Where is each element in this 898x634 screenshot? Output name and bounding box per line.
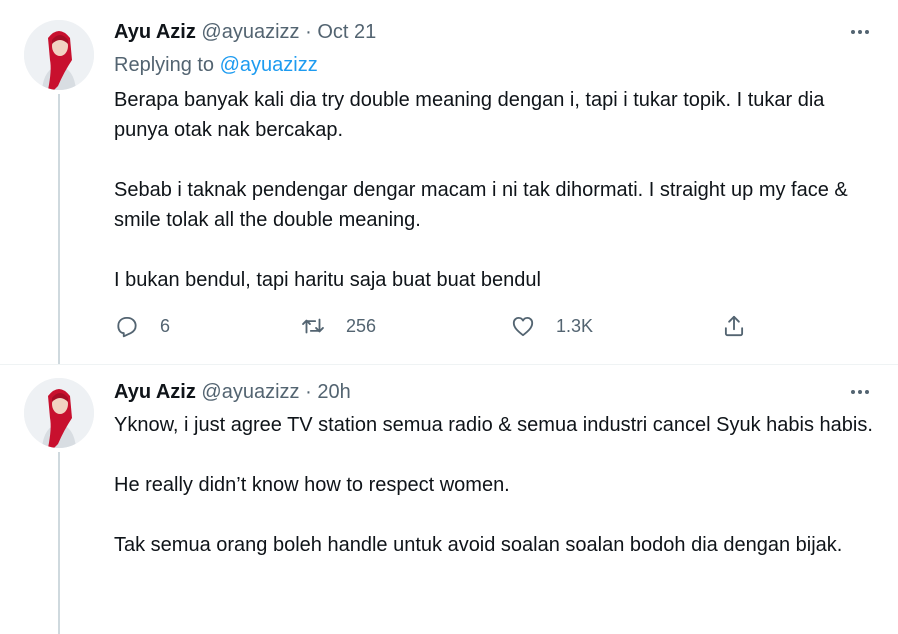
separator-dot: ·	[305, 381, 312, 403]
user-handle[interactable]: @ayuazizz	[201, 381, 299, 403]
tweet-actions: 6 256 1.3K	[114, 310, 764, 342]
avatar[interactable]	[24, 378, 94, 448]
reply-count: 6	[160, 315, 171, 336]
tweet-timestamp[interactable]: 20h	[317, 381, 350, 403]
user-handle[interactable]: @ayuazizz	[201, 21, 299, 43]
avatar-image	[24, 20, 94, 90]
like-button[interactable]: 1.3K	[510, 310, 593, 342]
tweet-header: Ayu Aziz @ayuazizz · 20h	[114, 380, 351, 404]
tweet-paragraph: Tak semua orang boleh handle untuk avoid…	[114, 534, 843, 556]
avatar[interactable]	[24, 20, 94, 90]
heart-icon	[512, 316, 534, 337]
avatar-image	[24, 378, 94, 448]
tweet-paragraph: He really didn’t know how to respect wom…	[114, 474, 510, 496]
tweet-timestamp[interactable]: Oct 21	[317, 21, 376, 43]
thread-line	[58, 94, 60, 365]
replying-mention-link[interactable]: @ayuazizz	[220, 54, 318, 76]
retweet-icon	[302, 318, 324, 334]
like-count: 1.3K	[556, 315, 594, 336]
share-icon	[724, 315, 744, 337]
more-options-icon[interactable]	[846, 20, 874, 44]
more-options-icon[interactable]	[846, 380, 874, 404]
tweet-text: Berapa banyak kali dia try double meanin…	[114, 85, 874, 325]
display-name[interactable]: Ayu Aziz	[114, 21, 196, 43]
tweet-paragraph: I bukan bendul, tapi haritu saja buat bu…	[114, 269, 541, 291]
separator-dot: ·	[305, 21, 312, 43]
tweet-paragraph: Berapa banyak kali dia try double meanin…	[114, 89, 825, 141]
tweet-2[interactable]: Ayu Aziz @ayuazizz · 20h Yknow, i just a…	[0, 365, 898, 634]
tweet-paragraph: Sebab i taknak pendengar dengar macam i …	[114, 179, 848, 231]
retweet-count: 256	[346, 315, 377, 336]
reply-icon	[117, 316, 137, 338]
tweet-header: Ayu Aziz @ayuazizz · Oct 21	[114, 20, 376, 44]
share-button[interactable]	[721, 310, 747, 342]
display-name[interactable]: Ayu Aziz	[114, 381, 196, 403]
replying-to: Replying to @ayuazizz	[114, 53, 318, 77]
reply-button[interactable]: 6	[114, 310, 170, 342]
tweet-1[interactable]: Ayu Aziz @ayuazizz · Oct 21 Replying to …	[0, 0, 898, 365]
tweet-paragraph: Yknow, i just agree TV station semua rad…	[114, 414, 873, 436]
tweet-text: Yknow, i just agree TV station semua rad…	[114, 410, 874, 590]
retweet-button[interactable]: 256	[300, 310, 376, 342]
replying-prefix: Replying to	[114, 54, 215, 76]
thread-line	[58, 452, 60, 634]
